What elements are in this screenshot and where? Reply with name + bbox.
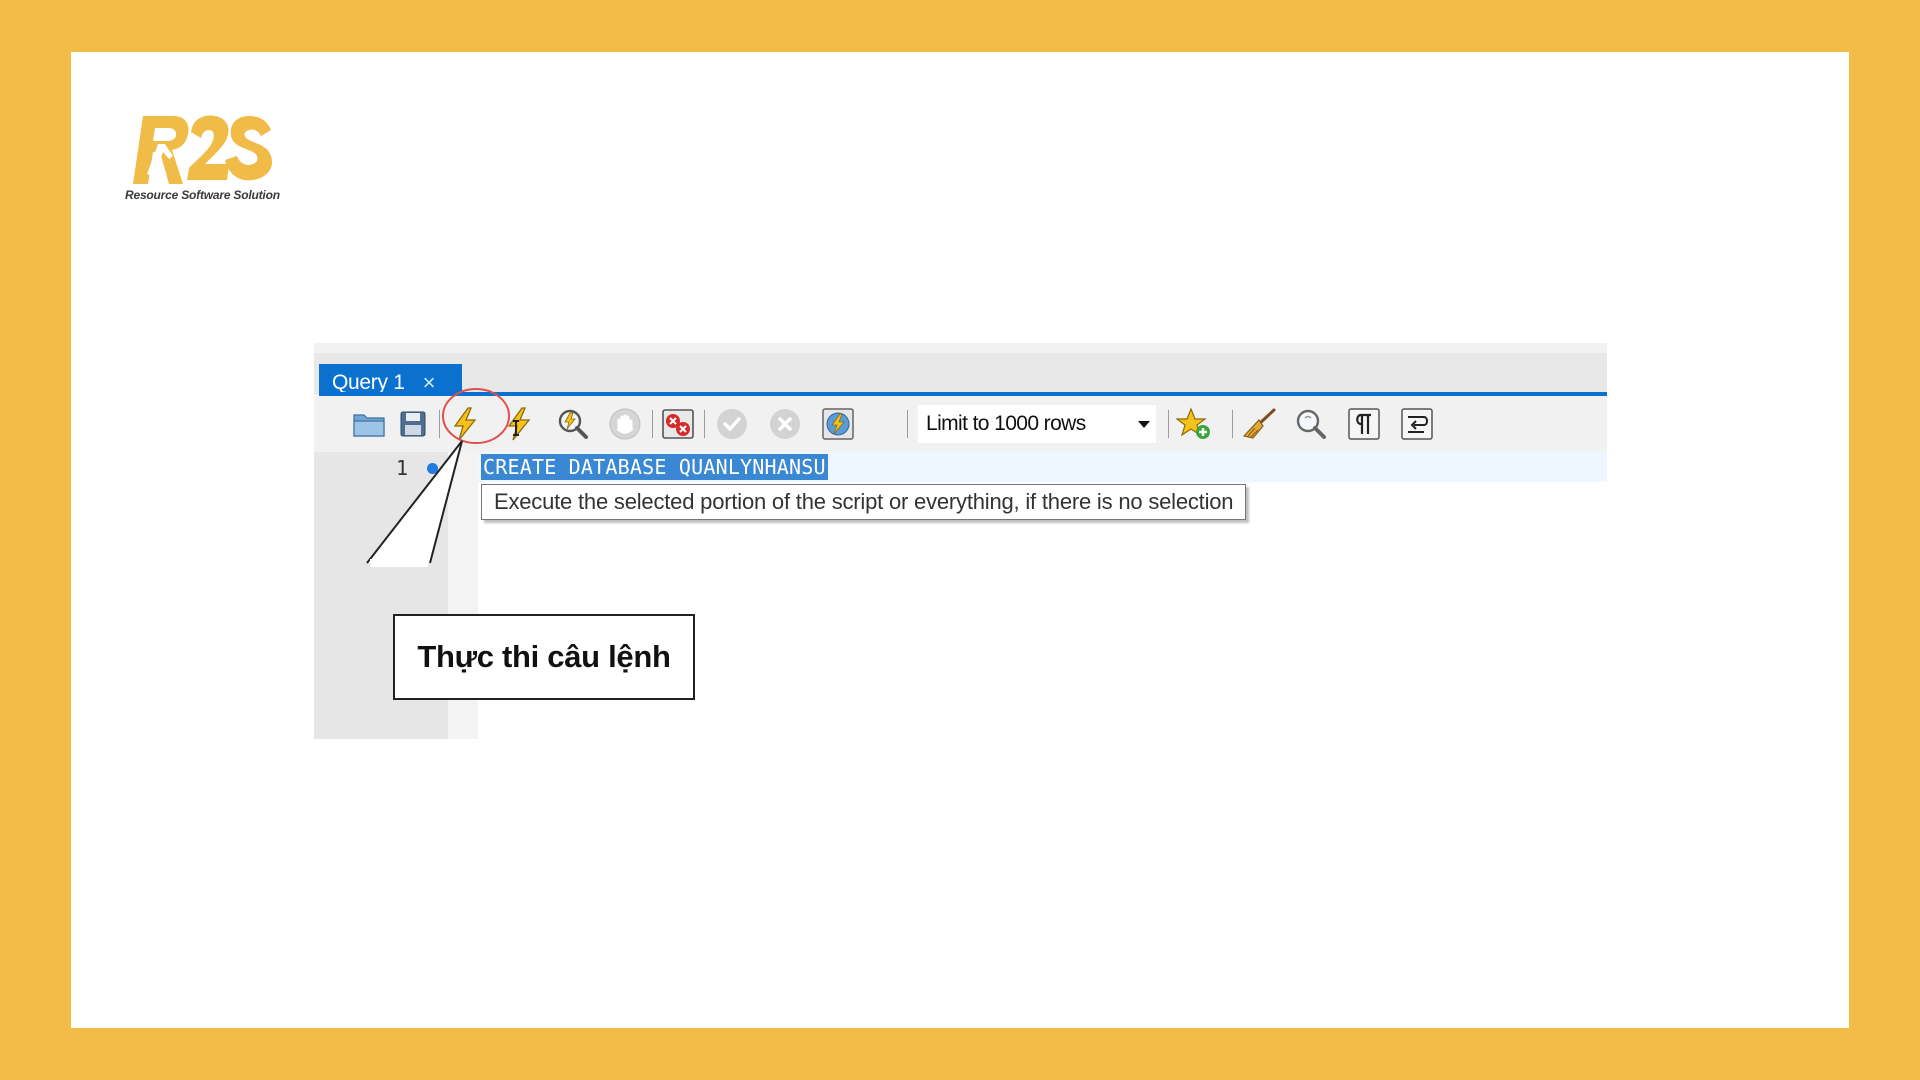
check-icon <box>717 409 747 439</box>
cancel-icon <box>770 409 800 439</box>
save-icon <box>400 411 426 437</box>
toolbar-separator <box>439 410 440 438</box>
execute-current-statement-button[interactable] <box>501 406 537 442</box>
callout-box: Thực thi câu lệnh <box>393 614 695 700</box>
close-icon[interactable]: × <box>423 372 436 394</box>
stop-button[interactable] <box>607 406 643 442</box>
selected-sql-statement[interactable]: CREATE DATABASE QUANLYNHANSU <box>481 454 828 480</box>
pilcrow-icon <box>1348 408 1380 440</box>
commit-button[interactable] <box>714 406 750 442</box>
word-wrap-icon <box>1401 408 1433 440</box>
toolbar-separator <box>704 410 705 438</box>
error-toggle-icon <box>662 409 694 439</box>
statement-marker-icon <box>427 463 438 474</box>
star-add-icon <box>1176 407 1210 439</box>
chevron-down-icon <box>1138 421 1150 428</box>
save-script-button[interactable] <box>395 406 431 442</box>
magnifier-icon <box>558 409 588 439</box>
row-limit-value: Limit to 1000 rows <box>926 412 1086 435</box>
lightning-cursor-icon <box>507 407 531 441</box>
toolbar-separator <box>652 410 653 438</box>
toolbar-separator <box>907 410 908 438</box>
toggle-stop-on-error-button[interactable] <box>660 406 696 442</box>
beautify-button[interactable] <box>1241 406 1277 442</box>
add-snippet-button[interactable] <box>1176 406 1212 442</box>
toggle-word-wrap-button[interactable] <box>1399 406 1435 442</box>
open-script-button[interactable] <box>351 406 387 442</box>
autocommit-icon <box>822 408 854 440</box>
autocommit-toggle-button[interactable] <box>820 406 856 442</box>
slide: Resource Software Solution Query 1 × Lim… <box>71 52 1849 1028</box>
toolbar-separator <box>1168 410 1169 438</box>
stop-hand-icon <box>609 408 641 440</box>
rollback-button[interactable] <box>767 406 803 442</box>
folder-icon <box>353 414 385 437</box>
find-panel-button[interactable] <box>1293 406 1329 442</box>
explain-button[interactable] <box>554 406 590 442</box>
broom-icon <box>1242 408 1276 439</box>
row-limit-select[interactable]: Limit to 1000 rows <box>918 405 1156 443</box>
find-icon <box>1296 409 1326 439</box>
lightning-icon <box>453 407 477 441</box>
execute-tooltip: Execute the selected portion of the scri… <box>481 484 1247 520</box>
toolbar-separator <box>1232 410 1233 438</box>
toggle-invisibles-button[interactable] <box>1346 406 1382 442</box>
r2s-logo-art <box>133 115 273 184</box>
r2s-logo: Resource Software Solution <box>125 108 280 202</box>
line-number: 1 <box>396 456 409 480</box>
logo-tagline: Resource Software Solution <box>125 188 280 202</box>
callout-label: Thực thi câu lệnh <box>417 639 671 674</box>
sql-toolbar: Limit to 1000 rows <box>314 396 1607 452</box>
tab-bar: Query 1 × <box>314 343 1607 402</box>
execute-button[interactable] <box>447 406 483 442</box>
